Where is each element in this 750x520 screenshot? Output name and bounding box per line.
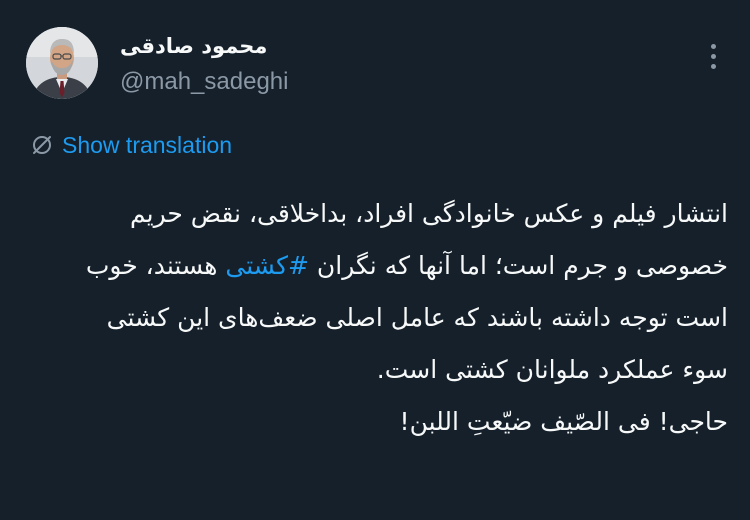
author-name[interactable]: محمود صادقی [120,34,267,58]
tweet-line-3: است توجه داشته باشند که عامل اصلی ضعف‌ها… [106,303,728,332]
tweet-card: محمود صادقی @mah_sadeghi Show translatio… [0,0,750,520]
show-translation-button[interactable]: Show translation [30,130,232,160]
author-handle[interactable]: @mah_sadeghi [120,68,288,96]
more-vertical-icon [710,44,716,49]
show-translation-label: Show translation [62,131,233,158]
globe-slash-icon [33,136,51,154]
avatar[interactable] [26,27,98,99]
tweet-line-2-start: خصوصی و جرم است؛ اما آنها که نگران [308,251,728,280]
hashtag-link[interactable]: #کشتی [225,251,309,280]
avatar-image [26,27,98,99]
tweet-line-2: خصوصی و جرم است؛ اما آنها که نگران #کشتی… [22,240,728,292]
tweet-line-2-end: هستند، خوب [85,251,226,280]
tweet-line-4: سوء عملکرد ملوانان کشتی است. [376,355,728,384]
tweet-line-5: حاجی! فی الصّیف ضیّعتِ اللبن! [399,407,728,436]
tweet-line-1: انتشار فیلم و عکس خانوادگی افراد، بداخلا… [129,199,728,228]
more-options-button[interactable] [704,44,722,78]
tweet-text: انتشار فیلم و عکس خانوادگی افراد، بداخلا… [22,188,728,448]
